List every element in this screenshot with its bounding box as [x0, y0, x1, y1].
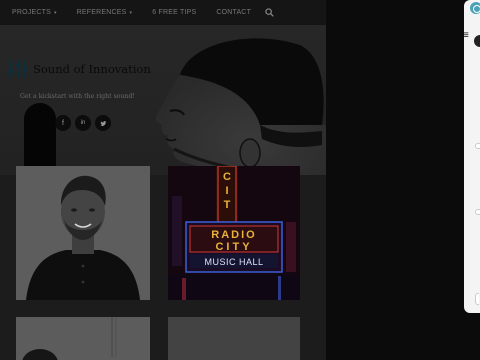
- page-content: Sound of Innovation Get a kickstart with…: [0, 25, 326, 360]
- brand-title: Sound of Innovation: [33, 62, 151, 76]
- nav-item-projects[interactable]: PROJECTS ▾: [0, 9, 67, 16]
- svg-text:T: T: [224, 199, 231, 211]
- hero-banner: Sound of Innovation Get a kickstart with…: [0, 25, 326, 175]
- project-card-portrait[interactable]: [16, 166, 150, 300]
- equalizer-sliders-icon: [8, 58, 28, 80]
- nav-item-label: CONTACT: [216, 9, 252, 16]
- sign-line-music-hall: MUSIC HALL: [204, 257, 263, 267]
- linkedin-icon[interactable]: in: [75, 115, 91, 131]
- nav-item-label: PROJECTS: [12, 9, 51, 16]
- panel-tab[interactable]: [475, 293, 479, 305]
- side-panel: [464, 0, 480, 313]
- linkedin-glyph: in: [80, 120, 86, 126]
- brand-logo[interactable]: Sound of Innovation: [8, 58, 151, 80]
- svg-text:I: I: [225, 185, 228, 197]
- project-card-bottom-left[interactable]: [16, 317, 150, 360]
- portrait-photo: [16, 166, 150, 300]
- search-icon[interactable]: [265, 8, 274, 17]
- chevron-down-icon: ▾: [53, 9, 57, 16]
- svg-text:C: C: [223, 171, 231, 183]
- project-card-bottom-right[interactable]: [168, 317, 300, 360]
- avatar[interactable]: [474, 35, 480, 47]
- chat-bubble-icon[interactable]: [470, 2, 480, 14]
- radio-city-photo: C I T RADIO CITY MUSIC HALL: [168, 166, 300, 300]
- nav-item-free-tips[interactable]: 6 FREE TIPS: [142, 9, 206, 16]
- menu-icon[interactable]: ≡: [463, 31, 469, 41]
- twitter-icon[interactable]: [95, 115, 111, 131]
- facebook-icon[interactable]: f: [55, 115, 71, 131]
- sign-line-radio: RADIO: [211, 229, 256, 241]
- nav-item-label: 6 FREE TIPS: [152, 9, 197, 16]
- microphone-silhouette: [24, 103, 56, 175]
- top-navbar: PROJECTS ▾ REFERENCES ▾ 6 FREE TIPS CONT…: [0, 0, 326, 25]
- facebook-glyph: f: [62, 119, 64, 127]
- chevron-down-icon: ▾: [129, 9, 133, 16]
- nav-item-references[interactable]: REFERENCES ▾: [67, 9, 143, 16]
- project-card-radio-city[interactable]: C I T RADIO CITY MUSIC HALL: [168, 166, 300, 300]
- card-photo: [16, 317, 150, 360]
- panel-tab[interactable]: [475, 209, 480, 215]
- tagline: Get a kickstart with the right sound!: [20, 93, 135, 100]
- twitter-bird-icon: [99, 120, 106, 126]
- sign-line-city: CITY: [215, 241, 252, 253]
- nav-item-contact[interactable]: CONTACT: [206, 9, 261, 16]
- hero-photo: [155, 38, 326, 175]
- panel-tab[interactable]: [475, 143, 480, 149]
- nav-item-label: REFERENCES: [76, 9, 127, 16]
